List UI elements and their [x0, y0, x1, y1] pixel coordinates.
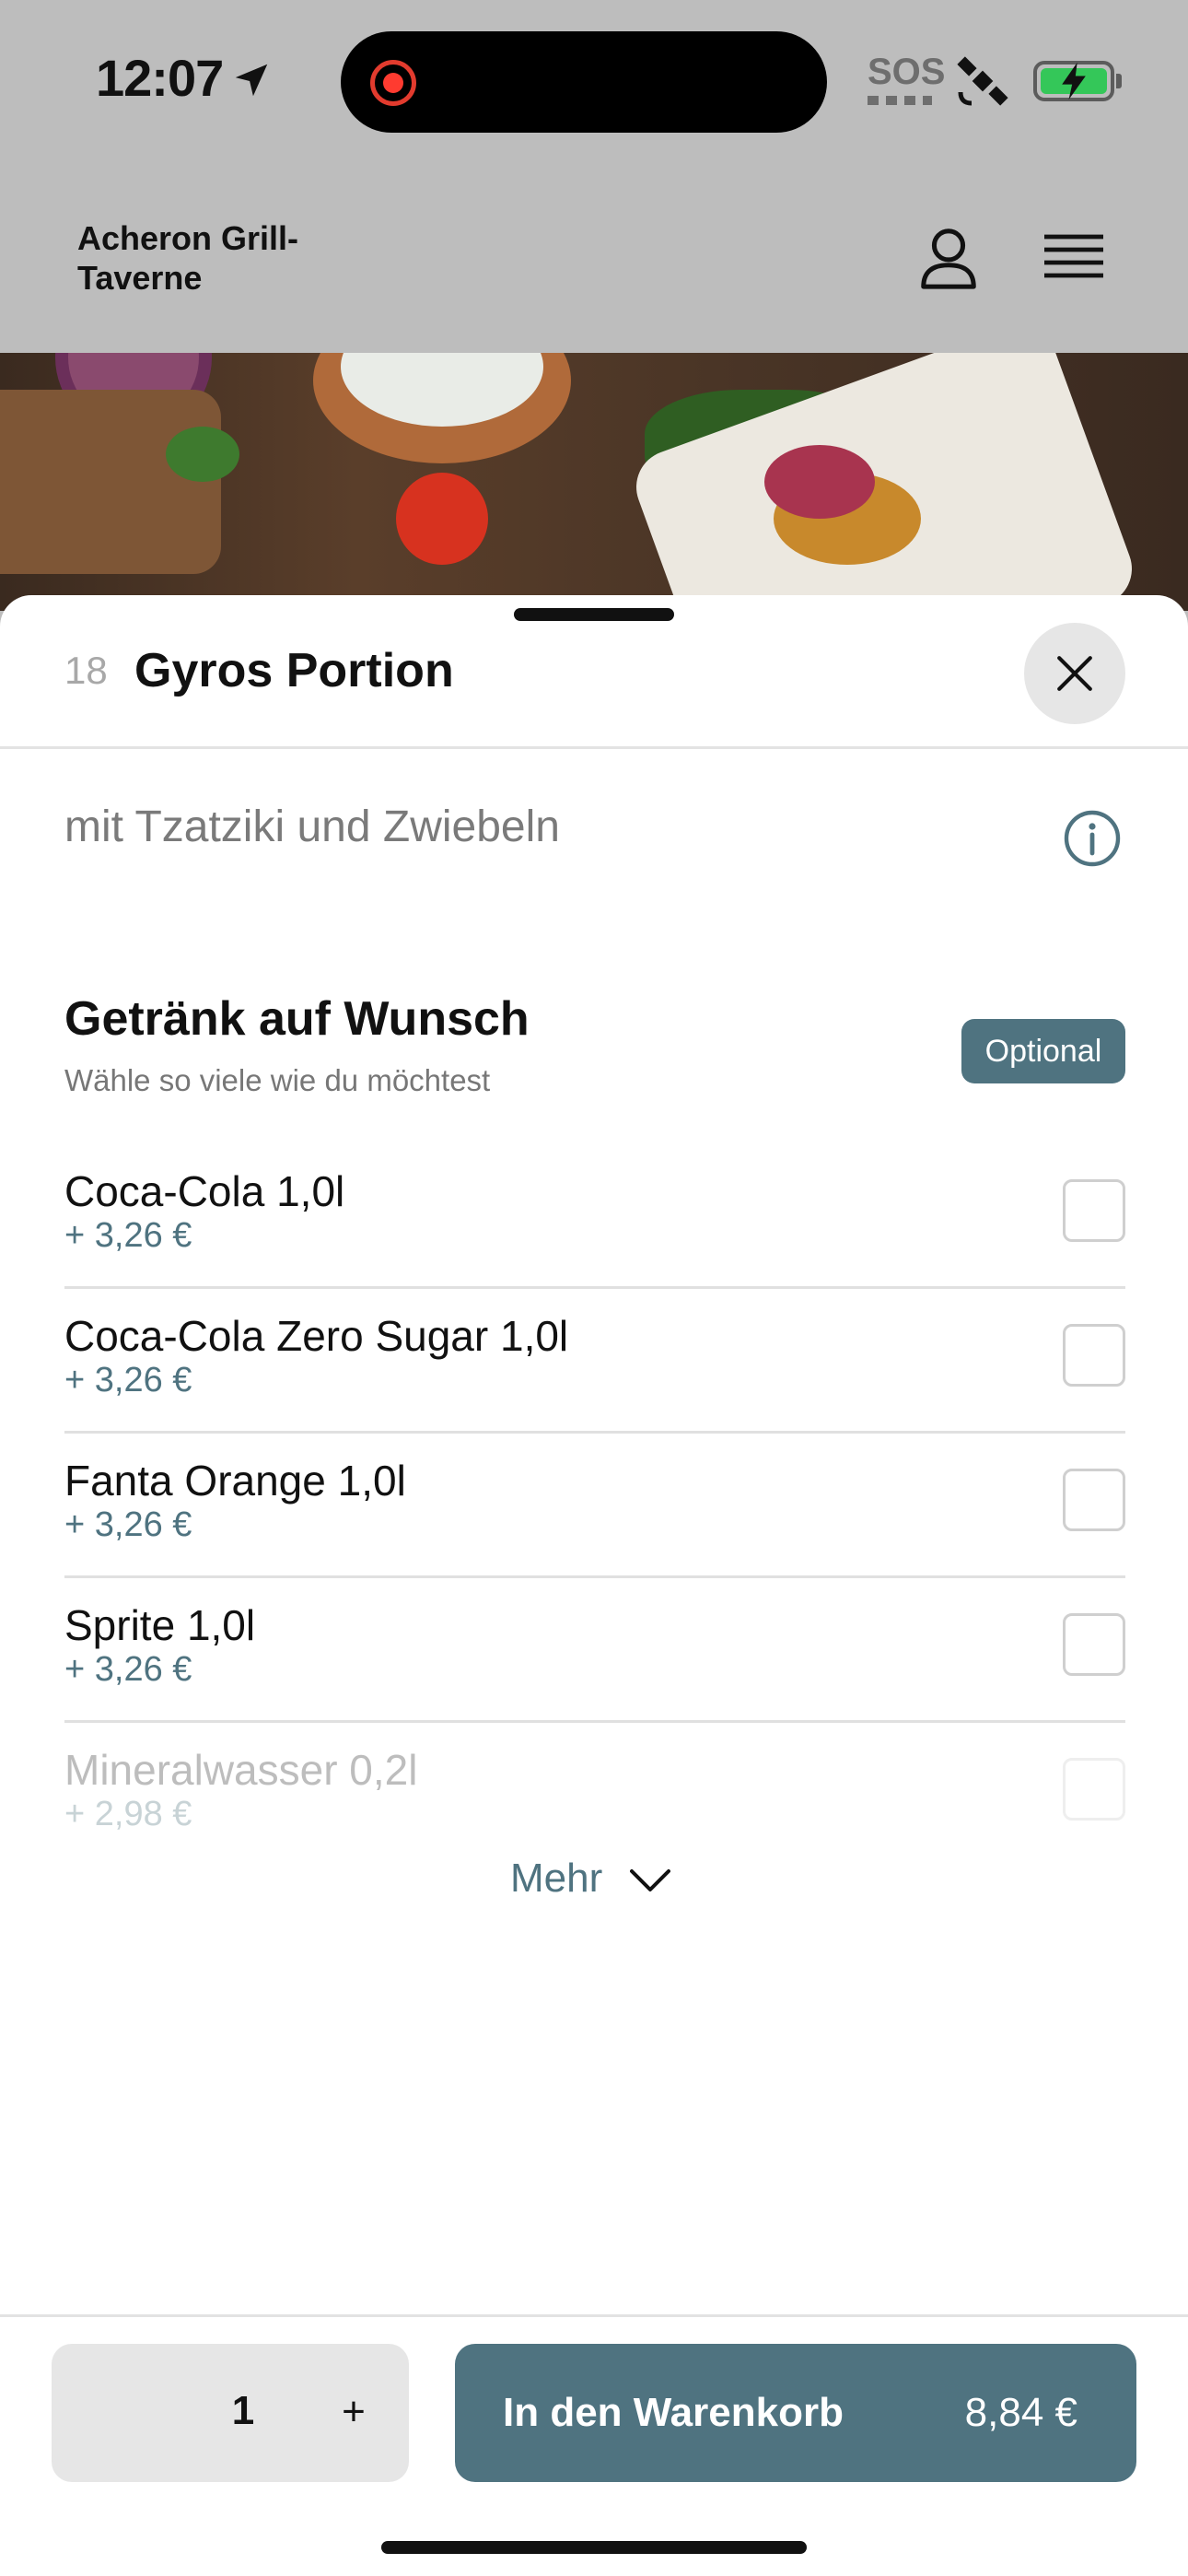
info-icon[interactable] — [1063, 809, 1122, 868]
satellite-icon — [957, 56, 1008, 106]
option-price: + 3,26 € — [64, 1361, 192, 1399]
home-indicator — [381, 2541, 807, 2554]
option-price: + 3,26 € — [64, 1216, 192, 1255]
status-time: 12:07 — [96, 49, 224, 107]
option-row[interactable]: Coca-Cola 1,0l + 3,26 € — [64, 1144, 1125, 1289]
option-price: + 3,26 € — [64, 1505, 192, 1544]
option-name: Fanta Orange 1,0l — [64, 1457, 406, 1505]
battery-cap — [1116, 74, 1122, 88]
close-button[interactable] — [1024, 623, 1125, 724]
divider — [0, 746, 1188, 749]
close-icon — [1057, 656, 1092, 691]
option-name: Sprite 1,0l — [64, 1601, 256, 1649]
optional-badge: Optional — [961, 1019, 1125, 1083]
item-title: Gyros Portion — [134, 644, 454, 697]
option-checkbox[interactable] — [1063, 1613, 1125, 1676]
footer-divider — [0, 2314, 1188, 2317]
option-group-subtitle: Wähle so viele wie du möchtest — [64, 1063, 491, 1097]
quantity-plus-button[interactable]: + — [328, 2386, 379, 2438]
option-price: + 2,98 € — [64, 1795, 192, 1833]
option-checkbox[interactable] — [1063, 1324, 1125, 1387]
option-name: Coca-Cola Zero Sugar 1,0l — [64, 1312, 569, 1360]
hamburger-menu-icon[interactable] — [1044, 231, 1103, 283]
chevron-down-icon[interactable] — [630, 1867, 670, 1894]
option-checkbox[interactable] — [1063, 1179, 1125, 1242]
option-name: Mineralwasser 0,2l — [64, 1746, 418, 1794]
add-to-cart-button[interactable]: In den Warenkorb 8,84 € — [455, 2344, 1136, 2482]
brand-name[interactable]: Acheron Grill-Taverne — [77, 218, 354, 298]
option-group-title: Getränk auf Wunsch — [64, 992, 530, 1046]
sos-dots — [868, 96, 932, 105]
hero-image — [0, 353, 1188, 611]
option-price: + 3,26 € — [64, 1650, 192, 1689]
item-number: 18 — [64, 649, 108, 692]
option-row[interactable]: Sprite 1,0l + 3,26 € — [64, 1578, 1125, 1723]
screen-recording-icon — [370, 60, 416, 106]
location-arrow-icon — [235, 64, 268, 97]
item-description: mit Tzatziki und Zwiebeln — [64, 802, 560, 851]
user-icon[interactable] — [919, 226, 978, 290]
add-to-cart-price: 8,84 € — [964, 2390, 1077, 2435]
option-checkbox[interactable] — [1063, 1758, 1125, 1821]
product-sheet: 18 Gyros Portion mit Tzatziki und Zwiebe… — [0, 595, 1188, 2576]
quantity-value: 1 — [231, 2388, 255, 2433]
quantity-stepper: 1 + — [52, 2344, 409, 2482]
option-row[interactable]: Coca-Cola Zero Sugar 1,0l + 3,26 € — [64, 1289, 1125, 1434]
option-checkbox[interactable] — [1063, 1469, 1125, 1531]
option-row[interactable]: Mineralwasser 0,2l + 2,98 € — [64, 1723, 1125, 1833]
add-to-cart-label: In den Warenkorb — [503, 2390, 844, 2435]
dynamic-island — [341, 31, 827, 133]
battery-charging-icon — [1033, 61, 1114, 101]
more-button[interactable]: Mehr — [510, 1856, 602, 1902]
option-list: Coca-Cola 1,0l + 3,26 € Coca-Cola Zero S… — [64, 1144, 1125, 1833]
option-name: Coca-Cola 1,0l — [64, 1167, 345, 1215]
sos-indicator: SOS — [868, 52, 946, 92]
sheet-grabber[interactable] — [514, 608, 674, 621]
app-header: Acheron Grill-Taverne — [0, 161, 1188, 353]
option-row[interactable]: Fanta Orange 1,0l + 3,26 € — [64, 1434, 1125, 1578]
status-bar: 12:07 SOS — [0, 0, 1188, 161]
